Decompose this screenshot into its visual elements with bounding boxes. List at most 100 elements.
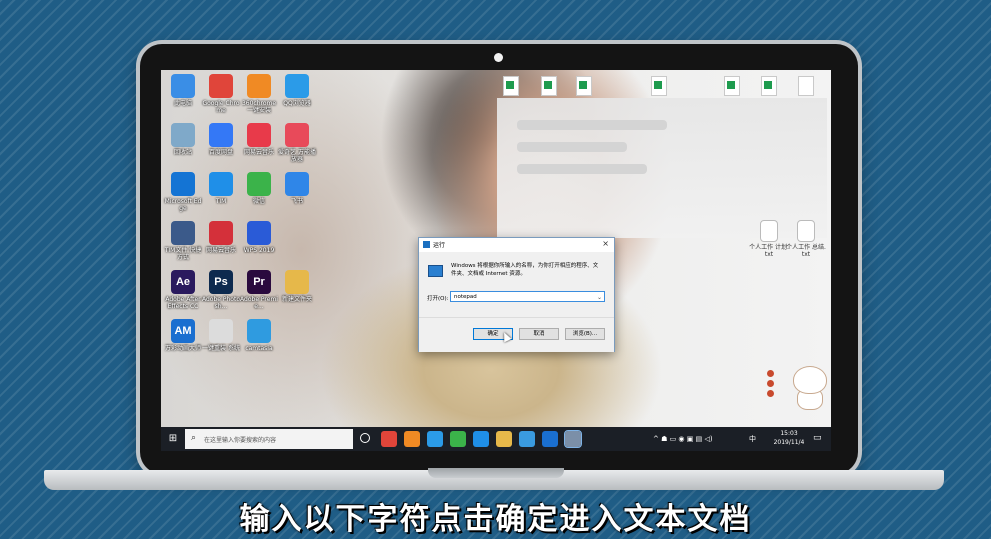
taskbar-search-box[interactable]: ⌕ 在这里输入你要搜索的内容: [185, 429, 353, 449]
taskbar-app-icon[interactable]: [404, 431, 420, 447]
tim-icon: [209, 172, 233, 196]
taskbar-app-icon[interactable]: [564, 430, 582, 448]
search-icon: ⌕: [191, 433, 197, 443]
desktop-icon-label: camtasia: [245, 345, 273, 352]
blurred-text: [517, 164, 647, 174]
text-file-icon[interactable]: 个人工作 总结.txt: [786, 220, 826, 258]
text-file-icon[interactable]: 个人工作 计划.txt: [749, 220, 789, 258]
taskbar-app-icon[interactable]: [381, 431, 397, 447]
taskbar: ⊞ ⌕ 在这里输入你要搜索的内容 ^ ☗ ▭ ◉ ▣ ▤ ◁) 中 15:03 …: [161, 427, 831, 451]
desktop-icon[interactable]: 网易云音乐: [201, 221, 241, 254]
desktop-icon-label: 回收站: [173, 149, 192, 156]
desktop-icon[interactable]: Ps Adobe Photosh...: [201, 270, 241, 310]
desktop-icon[interactable]: 新建文件夹: [277, 270, 317, 303]
taskbar-app-icon[interactable]: [496, 431, 512, 447]
windows-start-icon[interactable]: ⊞: [167, 433, 179, 445]
desktop-icon[interactable]: 360chrome 一键安装: [239, 74, 279, 114]
edge-icon: [171, 172, 195, 196]
video-subtitle: 输入以下字符点击确定进入文本文档: [239, 502, 752, 537]
desktop-icon[interactable]: 微信: [239, 172, 279, 205]
desktop-icon-label: 百度网盘: [208, 149, 233, 156]
spreadsheet-file-icon[interactable]: [503, 76, 519, 96]
desktop-icon-label: 微信: [252, 198, 265, 205]
laptop-notch: [428, 468, 564, 478]
open-label: 打开(O):: [427, 296, 449, 302]
desktop-icon-label: TIM: [215, 198, 227, 205]
desktop-icon-label: Adobe After Effects CC: [165, 296, 201, 310]
desktop-icon-label: WPS 2019: [243, 247, 275, 254]
desktop-icon-label: 万彩动画大师: [164, 345, 201, 352]
cat-sticker-widget[interactable]: [789, 360, 831, 410]
run-title: 运行: [433, 242, 446, 249]
desktop-icon[interactable]: 网易云音乐: [239, 123, 279, 156]
desktop-icon[interactable]: 回收站: [163, 123, 203, 156]
search-placeholder: 在这里输入你要搜索的内容: [204, 437, 277, 444]
spreadsheet-file-icon[interactable]: [651, 76, 667, 96]
recycle-bin-icon: [171, 123, 195, 147]
spreadsheet-file-icon[interactable]: [576, 76, 592, 96]
system-tray-icons[interactable]: ^ ☗ ▭ ◉ ▣ ▤ ◁): [653, 435, 713, 443]
player-icon: [285, 123, 309, 147]
cortana-icon[interactable]: [360, 433, 370, 443]
folder-icon: [285, 270, 309, 294]
reinstall-icon: [209, 319, 233, 343]
desktop-icon-label: Adobe Photosh...: [201, 296, 240, 310]
desktop-icon[interactable]: 此电脑: [163, 74, 203, 107]
desktop-icon-label: 飞书: [290, 198, 303, 205]
desktop-icon[interactable]: Google Chrome: [201, 74, 241, 114]
desktop-icon[interactable]: 百度网盘: [201, 123, 241, 156]
desktop-icon[interactable]: 飞书: [277, 172, 317, 205]
run-description: Windows 将根据你所输入的名称，为你打开相应的程序、文件夹、文档或 Int…: [451, 263, 599, 277]
desktop-icon[interactable]: 一键重装 系统: [201, 319, 241, 352]
desktop-icon-label: Microsoft Edge: [164, 198, 202, 212]
notification-icon[interactable]: ▭: [813, 433, 822, 443]
run-dialog: 运行 × Windows 将根据你所输入的名称，为你打开相应的程序、文件夹、文档…: [418, 237, 615, 352]
wechat-icon: [247, 172, 271, 196]
desktop-icon[interactable]: 爱奇艺 万能播放器: [277, 123, 317, 163]
ime-indicator[interactable]: 中: [749, 434, 756, 444]
folder-icon: [171, 221, 195, 245]
open-input[interactable]: notepad ⌄: [450, 291, 605, 302]
animiz-icon: AM: [171, 319, 195, 343]
netease-music-icon: [209, 221, 233, 245]
desktop-icon-label: 一键重装 系统: [202, 345, 240, 352]
chevron-down-icon[interactable]: ⌄: [597, 292, 602, 303]
close-icon[interactable]: ×: [602, 239, 609, 248]
qq-browser-icon: [285, 74, 309, 98]
spreadsheet-file-icon[interactable]: [724, 76, 740, 96]
desktop-icon[interactable]: AM 万彩动画大师: [163, 319, 203, 352]
taskbar-app-icon[interactable]: [427, 431, 443, 447]
desktop-icon[interactable]: QQ浏览器: [277, 74, 317, 107]
text-file-icon[interactable]: [798, 76, 814, 96]
desktop-icon-label: 网易云音乐: [243, 149, 274, 156]
baidu-netdisk-icon: [209, 123, 233, 147]
browse-button[interactable]: 浏览(B)...: [565, 328, 605, 340]
spreadsheet-file-icon[interactable]: [761, 76, 777, 96]
taskbar-app-icon[interactable]: [450, 431, 466, 447]
desktop-icon[interactable]: TIM文件 快捷方式: [163, 221, 203, 261]
camtasia-icon: [247, 319, 271, 343]
desktop-icon[interactable]: TIM: [201, 172, 241, 205]
desktop-icon-label: QQ浏览器: [283, 100, 311, 107]
taskbar-app-icon[interactable]: [473, 431, 489, 447]
run-titlebar[interactable]: 运行 ×: [419, 238, 614, 252]
floating-widget-dots[interactable]: [767, 370, 775, 400]
desktop-icon-label: 网易云音乐: [205, 247, 236, 254]
clock-date: 2019/11/4: [773, 439, 805, 446]
desktop-icon[interactable]: Ae Adobe After Effects CC: [163, 270, 203, 310]
desktop-icon-label: 360chrome 一键安装: [241, 100, 277, 114]
desktop-icon-label: TIM文件 快捷方式: [164, 247, 202, 261]
taskbar-app-icon[interactable]: [519, 431, 535, 447]
desktop-icon[interactable]: WPS 2019: [239, 221, 279, 254]
taskbar-app-icon[interactable]: [542, 431, 558, 447]
desktop-icon[interactable]: camtasia: [239, 319, 279, 352]
cancel-button[interactable]: 取消: [519, 328, 559, 340]
clock[interactable]: 15:03 2019/11/4: [769, 429, 809, 447]
desktop-icon[interactable]: Microsoft Edge: [163, 172, 203, 212]
browser-icon: [247, 74, 271, 98]
desktop-icon[interactable]: Pr Adobe Premie...: [239, 270, 279, 310]
spreadsheet-file-icon[interactable]: [541, 76, 557, 96]
cat-head: [793, 366, 827, 394]
run-program-icon: [428, 265, 443, 277]
blurred-text: [517, 142, 627, 152]
